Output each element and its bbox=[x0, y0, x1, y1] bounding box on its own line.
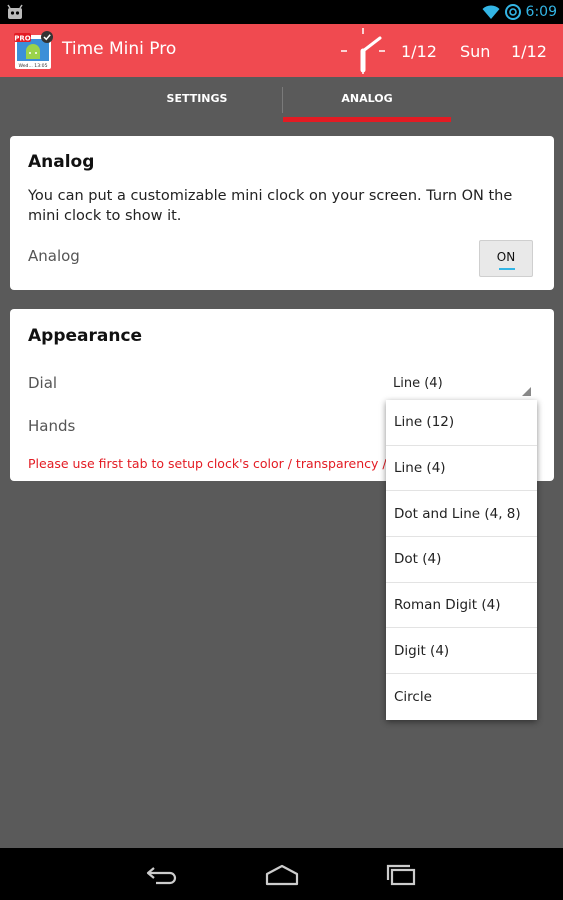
dropdown-option[interactable]: Dot and Line (4, 8) bbox=[386, 491, 537, 538]
dial-label: Dial bbox=[28, 374, 58, 392]
status-bar: 6:09 bbox=[0, 0, 563, 24]
analog-card-description: You can put a customizable mini clock on… bbox=[28, 188, 513, 224]
toggle-on-indicator bbox=[499, 268, 515, 270]
dropdown-option[interactable]: Digit (4) bbox=[386, 628, 537, 675]
app-icon-badge: PRO bbox=[14, 34, 31, 42]
tab-bar: SETTINGS ANALOG bbox=[0, 77, 563, 123]
navigation-bar bbox=[0, 848, 563, 900]
app-icon[interactable]: PRO Wed... 13:05 bbox=[14, 31, 54, 71]
dial-dropdown-list: Line (12) Line (4) Dot and Line (4, 8) D… bbox=[386, 400, 537, 720]
wifi-icon bbox=[482, 5, 500, 19]
dropdown-option[interactable]: Roman Digit (4) bbox=[386, 583, 537, 629]
hands-label: Hands bbox=[28, 417, 76, 435]
app-icon-caption: Wed... 13:05 bbox=[18, 63, 47, 69]
action-bar-day: Sun bbox=[460, 42, 491, 61]
appearance-card-title: Appearance bbox=[28, 326, 143, 346]
action-bar-date: 1/12 bbox=[401, 42, 437, 61]
back-icon[interactable] bbox=[142, 860, 182, 888]
action-bar: PRO Wed... 13:05 Time Mini Pro 1/12 Sun … bbox=[0, 24, 563, 77]
tab-selected-indicator bbox=[283, 117, 451, 122]
android-debug-icon bbox=[7, 4, 23, 19]
dropdown-option[interactable]: Line (4) bbox=[386, 446, 537, 492]
analog-toggle-state: ON bbox=[496, 250, 516, 264]
action-bar-date-secondary: 1/12 bbox=[511, 42, 547, 61]
recents-icon[interactable] bbox=[382, 860, 422, 888]
home-icon[interactable] bbox=[262, 860, 302, 888]
dial-spinner[interactable]: Line (4) bbox=[393, 376, 443, 391]
dropdown-option[interactable]: Dot (4) bbox=[386, 537, 537, 583]
warning-text: Please use first tab to setup clock's co… bbox=[28, 456, 388, 471]
analog-card: Analog You can put a customizable mini c… bbox=[10, 136, 554, 290]
sync-icon bbox=[504, 4, 521, 20]
tab-settings[interactable]: SETTINGS bbox=[112, 77, 282, 123]
spinner-arrow-icon bbox=[522, 387, 531, 396]
status-time: 6:09 bbox=[525, 4, 557, 20]
app-title: Time Mini Pro bbox=[62, 39, 177, 59]
dropdown-option[interactable]: Line (12) bbox=[386, 400, 537, 446]
analog-toggle-button[interactable]: ON bbox=[479, 240, 533, 277]
mini-clock-icon bbox=[341, 28, 385, 74]
analog-card-title: Analog bbox=[28, 152, 95, 172]
analog-toggle-label: Analog bbox=[28, 247, 80, 265]
dropdown-option[interactable]: Circle bbox=[386, 674, 537, 720]
